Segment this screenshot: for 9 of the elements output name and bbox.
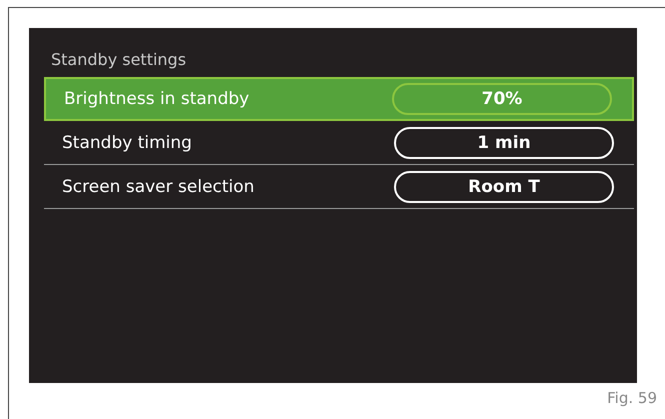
value-pill[interactable]: 1 min (394, 126, 614, 158)
menu-row[interactable]: Standby timing 1 min (44, 121, 634, 165)
setting-label: Brightness in standby (64, 89, 250, 109)
figure-caption: Fig. 59 (607, 389, 657, 407)
setting-label: Screen saver selection (62, 176, 254, 196)
value-pill[interactable]: Room T (394, 170, 614, 202)
screen-title: Standby settings (50, 50, 188, 71)
setting-label: Standby timing (62, 132, 192, 152)
menu-row[interactable]: Screen saver selection Room T (44, 165, 634, 209)
